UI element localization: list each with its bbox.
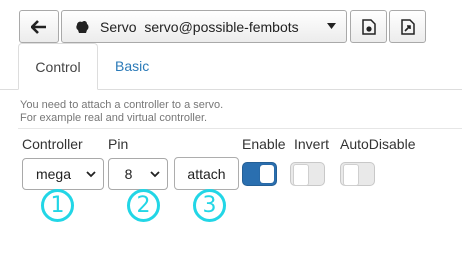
controller-select[interactable]: mega <box>22 158 104 190</box>
tab-control-label: Control <box>35 58 81 75</box>
invert-label: Invert <box>294 136 330 152</box>
chevron-down-icon <box>86 170 96 177</box>
file-settings-button[interactable] <box>350 10 387 43</box>
controller-label: Controller <box>22 136 83 152</box>
tab-basic-label: Basic <box>115 58 150 74</box>
controller-select-value: mega <box>35 166 72 182</box>
hint-line-1: You need to attach a controller to a ser… <box>20 99 224 111</box>
autodisable-toggle[interactable] <box>340 162 375 186</box>
caret-down-icon <box>327 23 336 29</box>
file-gear-icon <box>361 18 376 35</box>
invert-toggle[interactable] <box>290 162 325 186</box>
enable-label: Enable <box>242 136 286 152</box>
section-divider <box>18 128 462 129</box>
file-export-button[interactable] <box>389 10 426 43</box>
enable-toggle[interactable] <box>242 162 277 186</box>
chevron-down-icon <box>150 170 160 177</box>
servo-icon <box>76 20 89 33</box>
service-select[interactable]: Servo servo@possible-fembots <box>61 10 347 43</box>
arrow-left-icon <box>31 19 46 34</box>
tab-basic[interactable]: Basic <box>115 58 149 74</box>
toggle-knob <box>293 164 309 186</box>
pin-select-value: 8 <box>124 166 133 182</box>
callout-marker-1: 1 <box>41 189 74 222</box>
hint-line-2: For example real and virtual controller. <box>20 112 208 124</box>
pin-select[interactable]: 8 <box>108 158 168 190</box>
tab-control[interactable]: Control <box>18 43 98 90</box>
autodisable-label: AutoDisable <box>340 136 416 152</box>
pin-label: Pin <box>108 136 129 152</box>
back-button[interactable] <box>19 10 59 43</box>
callout-marker-2: 2 <box>127 189 160 222</box>
toggle-knob <box>343 164 359 186</box>
file-export-icon <box>400 18 415 35</box>
toggle-knob <box>260 165 274 183</box>
attach-button[interactable]: attach <box>174 157 239 190</box>
service-label: Servo servo@possible-fembots <box>100 18 299 35</box>
callout-marker-3: 3 <box>193 189 226 222</box>
